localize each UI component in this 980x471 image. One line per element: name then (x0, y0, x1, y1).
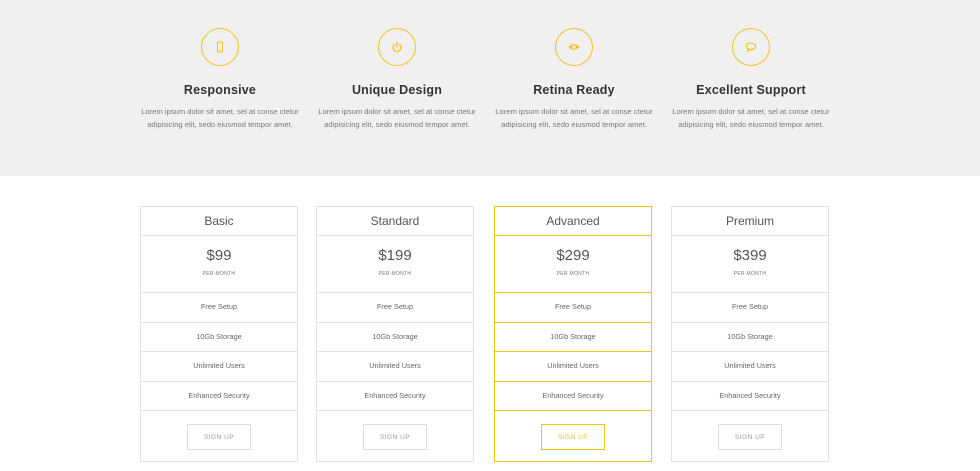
price-box: $399 PER MONTH (672, 236, 828, 293)
feature-text: Lorem ipsum dolor sit amet, sel at conse… (141, 107, 299, 129)
plan-feature: Unlimited Users (672, 352, 828, 382)
plan-price: $399 (733, 247, 767, 264)
plan-name: Advanced (495, 207, 651, 236)
price-box: $99 PER MONTH (141, 236, 297, 293)
plan-feature: 10Gb Storage (317, 323, 473, 352)
button-area: SIGN UP (141, 411, 297, 465)
plan-feature: Free Setup (672, 293, 828, 323)
button-area: SIGN UP (495, 411, 651, 465)
price-box: $199 PER MONTH (317, 236, 473, 293)
pricing-plan-basic: Basic $99 PER MONTH Free Setup 10Gb Stor… (140, 206, 298, 462)
features-section: Responsive Lorem ipsum dolor sit amet, s… (0, 0, 980, 176)
eye-icon (555, 28, 593, 66)
plan-feature: 10Gb Storage (495, 323, 651, 352)
power-icon (378, 28, 416, 66)
plan-feature: Enhanced Security (141, 382, 297, 411)
speech-bubble-icon (732, 28, 770, 66)
feature-title: Excellent Support (696, 83, 806, 97)
plan-feature: Unlimited Users (141, 352, 297, 382)
button-area: SIGN UP (317, 411, 473, 465)
mobile-icon (201, 28, 239, 66)
feature-text: Lorem ipsum dolor sit amet, sel at conse… (318, 107, 476, 129)
plan-name: Premium (672, 207, 828, 236)
plan-feature: Free Setup (317, 293, 473, 323)
feature-text: Lorem ipsum dolor sit amet, sel at conse… (495, 107, 653, 129)
pricing-plan-premium: Premium $399 PER MONTH Free Setup 10Gb S… (671, 206, 829, 462)
sign-up-button[interactable]: SIGN UP (187, 424, 251, 450)
price-period: PER MONTH (733, 271, 767, 277)
sign-up-button[interactable]: SIGN UP (363, 424, 427, 450)
plan-price: $299 (556, 247, 590, 264)
price-period: PER MONTH (556, 271, 590, 277)
plan-price: $99 (206, 247, 232, 264)
feature-responsive: Responsive Lorem ipsum dolor sit amet, s… (135, 28, 305, 131)
feature-unique-design: Unique Design Lorem ipsum dolor sit amet… (312, 28, 482, 131)
price-period: PER MONTH (378, 271, 412, 277)
plan-feature: Enhanced Security (672, 382, 828, 411)
feature-title: Retina Ready (533, 83, 615, 97)
plan-feature: 10Gb Storage (672, 323, 828, 352)
pricing-plan-advanced: Advanced $299 PER MONTH Free Setup 10Gb … (494, 206, 652, 462)
plan-feature: Enhanced Security (317, 382, 473, 411)
plan-feature: Free Setup (495, 293, 651, 323)
sign-up-button[interactable]: SIGN UP (541, 424, 605, 450)
plan-price: $199 (378, 247, 412, 264)
button-area: SIGN UP (672, 411, 828, 465)
plan-feature: Unlimited Users (317, 352, 473, 382)
feature-title: Unique Design (351, 83, 443, 97)
plan-feature: 10Gb Storage (141, 323, 297, 352)
plan-name: Basic (141, 207, 297, 236)
sign-up-button[interactable]: SIGN UP (718, 424, 782, 450)
feature-retina-ready: Retina Ready Lorem ipsum dolor sit amet,… (489, 28, 659, 131)
feature-title: Responsive (183, 83, 257, 97)
plan-feature: Unlimited Users (495, 352, 651, 382)
plan-feature: Enhanced Security (495, 382, 651, 411)
plan-feature: Free Setup (141, 293, 297, 323)
plan-name: Standard (317, 207, 473, 236)
price-box: $299 PER MONTH (495, 236, 651, 293)
feature-text: Lorem ipsum dolor sit amet, sel at conse… (672, 107, 830, 129)
price-period: PER MONTH (202, 271, 236, 277)
feature-excellent-support: Excellent Support Lorem ipsum dolor sit … (666, 28, 836, 131)
pricing-plan-standard: Standard $199 PER MONTH Free Setup 10Gb … (316, 206, 474, 462)
